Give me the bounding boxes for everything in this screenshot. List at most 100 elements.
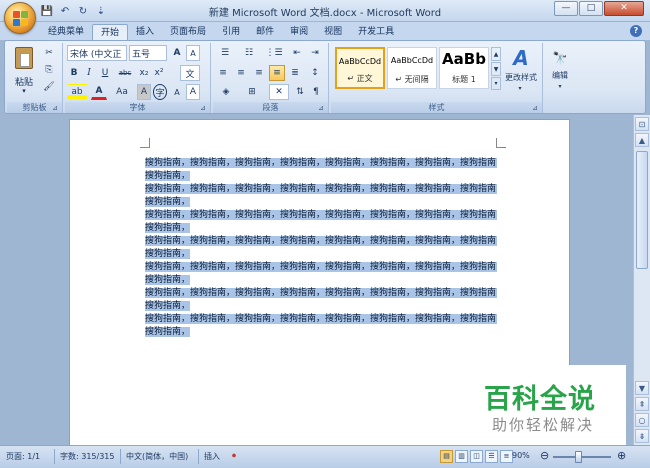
outline-view-icon[interactable]: ☰ bbox=[485, 450, 498, 463]
editing-dropdown-icon[interactable]: ▾ bbox=[553, 81, 567, 91]
browse-object-icon[interactable]: ○ bbox=[635, 413, 649, 427]
macro-record-icon[interactable]: ⏺ bbox=[232, 451, 236, 461]
align-right-icon[interactable]: ≡ bbox=[251, 65, 267, 81]
maximize-button[interactable]: □ bbox=[579, 1, 603, 16]
ruler-toggle-icon[interactable]: ⊡ bbox=[635, 117, 649, 131]
tab-home[interactable]: 开始 bbox=[92, 24, 129, 40]
character-shading-icon[interactable]: A bbox=[137, 84, 151, 100]
underline-button[interactable]: U bbox=[97, 65, 113, 81]
font-group: 宋体 (中文正 五号 A A B I U abc x₂ x² 文 ab A Aa… bbox=[65, 43, 211, 113]
language-indicator[interactable]: 中文(简体，中国) bbox=[126, 451, 188, 462]
pinyin-icon[interactable]: 文 bbox=[180, 65, 200, 81]
text-line: 搜狗指南，搜狗指南，搜狗指南，搜狗指南，搜狗指南，搜狗指南，搜狗指南，搜狗指南， bbox=[145, 183, 497, 196]
style-heading-1-name: 标题 1 bbox=[452, 75, 476, 84]
italic-button[interactable]: I bbox=[82, 65, 96, 81]
previous-page-icon[interactable]: ⇞ bbox=[635, 397, 649, 411]
insert-mode[interactable]: 插入 bbox=[204, 451, 220, 462]
font-color-button[interactable]: A bbox=[91, 84, 107, 100]
zoom-slider-thumb[interactable] bbox=[575, 451, 583, 463]
margin-corner-top-left bbox=[140, 138, 150, 148]
styles-scroll-down-icon[interactable]: ▼ bbox=[491, 62, 501, 76]
text-line: 搜狗指南，搜狗指南，搜狗指南，搜狗指南，搜狗指南，搜狗指南，搜狗指南，搜狗指南， bbox=[145, 261, 497, 274]
watermark-subtitle: 助你轻松解决 bbox=[492, 416, 595, 434]
tab-view[interactable]: 视图 bbox=[316, 24, 350, 40]
enclose-characters-icon[interactable]: 字 bbox=[153, 84, 167, 100]
font-size-select[interactable]: 五号 bbox=[129, 45, 167, 61]
distributed-icon[interactable]: ≣ bbox=[287, 65, 303, 81]
justify-icon[interactable]: ≡ bbox=[269, 65, 285, 81]
office-button[interactable] bbox=[4, 2, 36, 34]
copy-icon[interactable]: ⎘ bbox=[41, 62, 57, 78]
vertical-scrollbar[interactable]: ⊡ ▲ ▼ ⇞ ○ ⇟ bbox=[633, 115, 650, 445]
next-page-icon[interactable]: ⇟ bbox=[635, 429, 649, 443]
font-name-select[interactable]: 宋体 (中文正 bbox=[67, 45, 127, 61]
clear-formatting-icon[interactable]: A bbox=[186, 45, 200, 61]
line-spacing-icon[interactable]: ↕ bbox=[305, 65, 325, 81]
style-normal[interactable]: AaBbCcDd ↵ 正文 bbox=[335, 47, 385, 89]
superscript-button[interactable]: x² bbox=[152, 65, 166, 81]
increase-indent-icon[interactable]: ⇥ bbox=[307, 45, 323, 61]
tab-references[interactable]: 引用 bbox=[214, 24, 248, 40]
styles-more-icon[interactable]: ▾ bbox=[491, 77, 501, 90]
page-count[interactable]: 页面: 1/1 bbox=[6, 451, 40, 462]
change-styles-button[interactable]: 更改样式 bbox=[501, 71, 541, 83]
tab-mailings[interactable]: 邮件 bbox=[248, 24, 282, 40]
tab-developer[interactable]: 开发工具 bbox=[350, 24, 402, 40]
numbering-button[interactable]: ☷ bbox=[239, 45, 259, 61]
cut-icon[interactable]: ✂ bbox=[41, 45, 57, 61]
strikethrough-button[interactable]: abc bbox=[115, 65, 135, 81]
styles-scroll-up-icon[interactable]: ▲ bbox=[491, 47, 501, 61]
font-name-value: 宋体 (中文正 bbox=[70, 49, 122, 60]
change-styles-icon[interactable]: A bbox=[503, 46, 539, 70]
tab-page-layout[interactable]: 页面布局 bbox=[162, 24, 214, 40]
paste-dropdown-icon[interactable]: ▾ bbox=[11, 87, 37, 95]
change-case-button[interactable]: Aa bbox=[113, 84, 131, 100]
scroll-down-icon[interactable]: ▼ bbox=[635, 381, 649, 395]
tab-insert[interactable]: 插入 bbox=[128, 24, 162, 40]
scroll-up-icon[interactable]: ▲ bbox=[635, 133, 649, 147]
paragraph-group: ☰ ☷ ⋮☰ ⇤ ⇥ ≡ ≡ ≡ ≡ ≣ ↕ ◈ ⊞ ✕ ⇅ ¶ 段落 ⊿ bbox=[213, 43, 329, 113]
tab-classic-menu[interactable]: 经典菜单 bbox=[40, 24, 92, 40]
document-text[interactable]: 搜狗指南，搜狗指南，搜狗指南，搜狗指南，搜狗指南，搜狗指南，搜狗指南，搜狗指南，… bbox=[145, 157, 497, 339]
bullets-button[interactable]: ☰ bbox=[215, 45, 235, 61]
font-launcher-icon[interactable]: ⊿ bbox=[200, 104, 208, 112]
style-normal-name: ↵ 正文 bbox=[347, 74, 373, 83]
decrease-indent-icon[interactable]: ⇤ bbox=[289, 45, 305, 61]
center-icon[interactable]: ≡ bbox=[233, 65, 249, 81]
zoom-in-icon[interactable]: ⊕ bbox=[617, 449, 626, 462]
help-icon[interactable]: ? bbox=[630, 25, 642, 37]
chinese-layout-icon[interactable]: ✕ bbox=[269, 84, 289, 100]
print-layout-view-icon[interactable]: ▤ bbox=[440, 450, 453, 463]
styles-launcher-icon[interactable]: ⊿ bbox=[532, 104, 540, 112]
show-marks-icon[interactable]: ¶ bbox=[309, 84, 323, 100]
grow-font-icon[interactable]: A bbox=[170, 45, 184, 61]
tab-review[interactable]: 审阅 bbox=[282, 24, 316, 40]
style-no-spacing[interactable]: AaBbCcDd ↵ 无间隔 bbox=[387, 47, 437, 89]
font-size-value: 五号 bbox=[132, 49, 151, 60]
shrink-font-icon[interactable]: A bbox=[170, 84, 184, 100]
sort-icon[interactable]: ⇅ bbox=[293, 84, 307, 100]
character-border-icon[interactable]: A bbox=[186, 84, 200, 100]
word-count[interactable]: 字数: 315/315 bbox=[60, 451, 114, 462]
multilevel-list-button[interactable]: ⋮☰ bbox=[263, 45, 285, 61]
zoom-out-icon[interactable]: ⊖ bbox=[540, 449, 549, 462]
paste-button[interactable]: 粘贴 ▾ bbox=[11, 45, 37, 99]
style-heading-1[interactable]: AaBb 标题 1 bbox=[439, 47, 489, 89]
close-button[interactable]: ✕ bbox=[604, 1, 644, 16]
change-styles-dropdown-icon[interactable]: ▾ bbox=[513, 83, 527, 93]
align-left-icon[interactable]: ≡ bbox=[215, 65, 231, 81]
paragraph-launcher-icon[interactable]: ⊿ bbox=[318, 104, 326, 112]
full-screen-reading-icon[interactable]: ▥ bbox=[455, 450, 468, 463]
editing-group[interactable]: 🔭 编辑 ▾ bbox=[545, 43, 575, 113]
zoom-level[interactable]: 90% bbox=[512, 451, 530, 460]
borders-icon[interactable]: ⊞ bbox=[241, 84, 263, 100]
subscript-button[interactable]: x₂ bbox=[137, 65, 151, 81]
highlight-color-button[interactable]: ab bbox=[67, 84, 87, 100]
minimize-button[interactable]: — bbox=[554, 1, 578, 16]
shading-icon[interactable]: ◈ bbox=[215, 84, 237, 100]
scrollbar-thumb[interactable] bbox=[636, 151, 648, 269]
bold-button[interactable]: B bbox=[67, 65, 81, 81]
format-painter-icon[interactable]: 🖌 bbox=[41, 79, 57, 95]
web-layout-icon[interactable]: ◫ bbox=[470, 450, 483, 463]
clipboard-launcher-icon[interactable]: ⊿ bbox=[52, 104, 60, 112]
